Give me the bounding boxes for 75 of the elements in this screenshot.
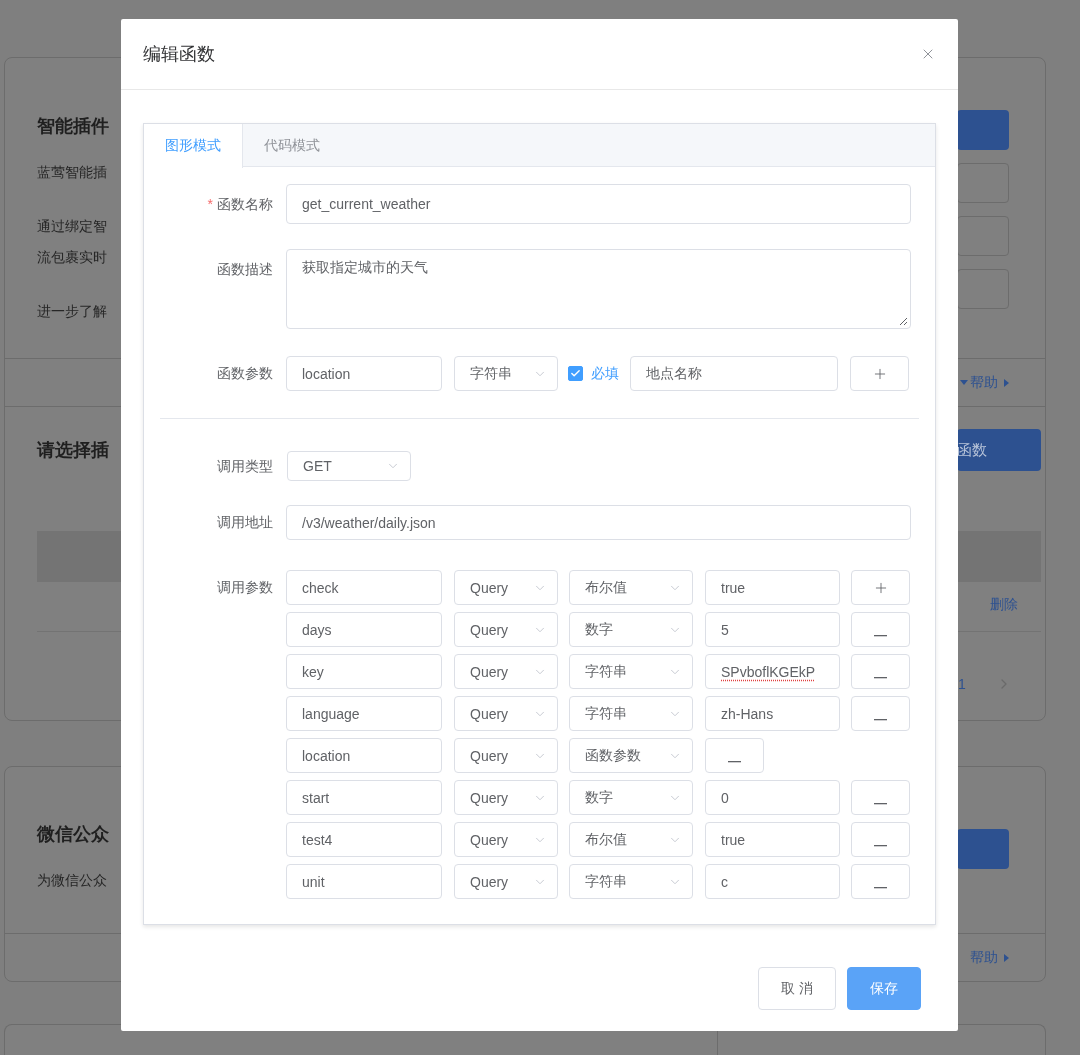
select-field[interactable]: 数字 — [569, 780, 693, 815]
minus-icon — [874, 676, 887, 679]
select-field[interactable]: Query — [454, 570, 558, 605]
input-field[interactable]: get_current_weather — [286, 184, 911, 224]
select-field[interactable]: 字符串 — [454, 356, 558, 391]
select-field[interactable]: Query — [454, 738, 558, 773]
input-field[interactable]: location — [286, 356, 442, 391]
select-field[interactable]: Query — [454, 780, 558, 815]
input-field[interactable]: 0 — [705, 780, 840, 815]
cancel-button[interactable]: 取 消 — [758, 967, 836, 1010]
input-field[interactable]: 地点名称 — [630, 356, 838, 391]
card-text: 流包裹实时 — [37, 249, 108, 267]
select-field[interactable]: Query — [454, 822, 558, 857]
textarea-field[interactable]: 获取指定城市的天气 — [286, 249, 911, 329]
input-field[interactable]: unit — [286, 864, 442, 899]
field-label: 调用类型 — [216, 457, 273, 476]
input-field[interactable]: days — [286, 612, 442, 647]
card-text: 蓝莺智能插 — [37, 164, 108, 182]
card-text: 进一步了解 — [37, 303, 108, 321]
minus-icon — [874, 718, 887, 721]
minus-icon — [874, 886, 887, 889]
remove-button[interactable] — [851, 864, 910, 899]
field-label: * 函数名称 — [206, 195, 273, 214]
field-label: 调用地址 — [216, 513, 273, 532]
input-field[interactable]: test4 — [286, 822, 442, 857]
remove-button[interactable] — [851, 612, 910, 647]
section-title: 请选择插 — [37, 439, 109, 462]
minus-icon — [874, 844, 887, 847]
input-field[interactable]: check — [286, 570, 442, 605]
primary-button[interactable] — [957, 829, 1009, 869]
field-label: 函数参数 — [216, 364, 273, 383]
minus-icon — [728, 760, 741, 763]
remove-button[interactable] — [851, 822, 910, 857]
input-field[interactable]: language — [286, 696, 442, 731]
card-title: 微信公众 — [37, 823, 110, 846]
select-field[interactable]: 字符串 — [569, 654, 693, 689]
dialog-title: 编辑函数 — [143, 43, 215, 66]
field-label: 调用参数 — [216, 578, 273, 597]
input-field[interactable]: zh-Hans — [705, 696, 840, 731]
add-button[interactable] — [851, 570, 910, 605]
select-field[interactable]: Query — [454, 864, 558, 899]
primary-button[interactable] — [957, 110, 1009, 150]
select-field[interactable]: 函数参数 — [569, 738, 693, 773]
card-text: 为微信公众 — [37, 872, 108, 890]
input-field[interactable]: /v3/weather/daily.json — [286, 505, 911, 540]
input-field[interactable]: 5 — [705, 612, 840, 647]
remove-button[interactable] — [851, 654, 910, 689]
select-field[interactable]: Query — [454, 612, 558, 647]
remove-button[interactable] — [705, 738, 764, 773]
minus-icon — [874, 802, 887, 805]
select-field[interactable]: Query — [454, 696, 558, 731]
input-field[interactable]: start — [286, 780, 442, 815]
field-label: 函数描述 — [216, 260, 273, 279]
remove-button[interactable] — [851, 696, 910, 731]
select-field[interactable]: 布尔值 — [569, 822, 693, 857]
input-field[interactable]: key — [286, 654, 442, 689]
input-field[interactable]: true — [705, 822, 840, 857]
select-field[interactable]: 字符串 — [569, 696, 693, 731]
card-title: 智能插件 — [37, 115, 110, 138]
select-field[interactable]: GET — [287, 451, 411, 481]
select-field[interactable]: 数字 — [569, 612, 693, 647]
resize-handle-icon[interactable] — [899, 317, 908, 326]
select-field[interactable]: 布尔值 — [569, 570, 693, 605]
select-field[interactable]: Query — [454, 654, 558, 689]
remove-button[interactable] — [851, 780, 910, 815]
input-field[interactable]: location — [286, 738, 442, 773]
input-field[interactable]: true — [705, 570, 840, 605]
input-field[interactable]: c — [705, 864, 840, 899]
card-text: 通过绑定智 — [37, 218, 108, 236]
select-field[interactable]: 字符串 — [569, 864, 693, 899]
input-field[interactable]: SPvboflKGEkP — [705, 654, 840, 689]
check-icon — [570, 368, 581, 379]
add-button[interactable] — [850, 356, 909, 391]
add-function-button[interactable]: 函数 — [957, 429, 1041, 471]
minus-icon — [874, 634, 887, 637]
